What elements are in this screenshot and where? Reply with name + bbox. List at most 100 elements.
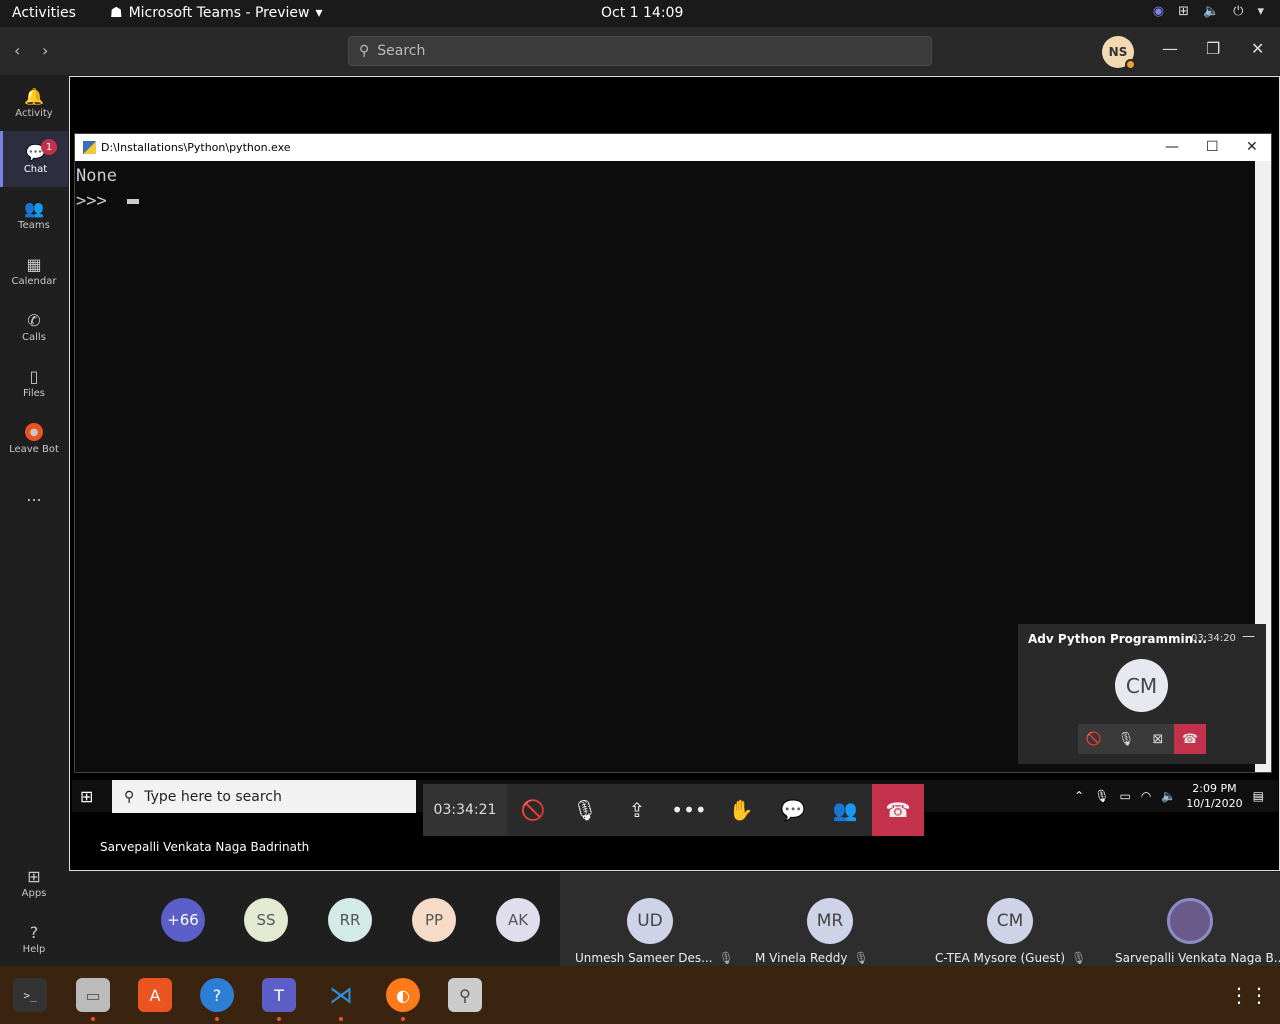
vscode-icon[interactable]: ⋊ bbox=[324, 978, 358, 1021]
phone-icon: ✆ bbox=[27, 310, 41, 330]
close-button[interactable]: ✕ bbox=[1251, 39, 1264, 58]
rail-leave-bot[interactable]: ● Leave Bot bbox=[0, 411, 68, 467]
participants-button[interactable]: 👥 bbox=[819, 784, 871, 836]
system-tray[interactable]: ◉ ⊞ 🔈 ⏻ ▾ bbox=[1153, 4, 1264, 19]
maximize-icon[interactable]: ☐ bbox=[1206, 139, 1219, 155]
activities-button[interactable]: Activities bbox=[12, 5, 76, 21]
profile-initials: NS bbox=[1108, 45, 1128, 59]
participant-tile[interactable]: MR M Vinela Reddy 🎙 bbox=[740, 872, 920, 966]
rail-chat[interactable]: 💬 Chat 1 bbox=[0, 131, 68, 187]
phone-hangup-icon[interactable]: ☎ bbox=[1174, 724, 1206, 754]
teams-dock-icon[interactable]: T bbox=[262, 978, 296, 1021]
chevron-down-icon: ▾ bbox=[315, 5, 323, 21]
more-actions-button[interactable]: ••• bbox=[663, 784, 715, 836]
participant-name: Sarvepalli Venkata Naga B... bbox=[1115, 951, 1280, 965]
raise-hand-button[interactable]: ✋ bbox=[715, 784, 767, 836]
rail-teams[interactable]: 👥 Teams bbox=[0, 187, 68, 243]
more-apps-button[interactable]: ... bbox=[0, 467, 68, 523]
windows-date: 10/1/2020 bbox=[1186, 797, 1243, 810]
camera-off-icon: 🚫 bbox=[520, 798, 546, 822]
calendar-icon: ▦ bbox=[26, 254, 42, 274]
rail-calendar[interactable]: ▦ Calendar bbox=[0, 243, 68, 299]
mic-off-icon: 🎙 bbox=[1071, 951, 1087, 965]
console-output[interactable]: None >>> bbox=[75, 161, 1271, 214]
mic-icon[interactable]: 🎙 bbox=[1110, 724, 1142, 754]
rail-files[interactable]: ▯ Files bbox=[0, 355, 68, 411]
participant-avatar[interactable]: SS bbox=[244, 898, 288, 942]
running-indicator bbox=[339, 1017, 343, 1021]
minimize-button[interactable]: — bbox=[1162, 39, 1178, 58]
participant-avatar[interactable]: AK bbox=[496, 898, 540, 942]
mini-meeting-window[interactable]: Adv Python Programmin... 03:34:20 — CM 🚫… bbox=[1018, 624, 1266, 764]
search-placeholder: Search bbox=[377, 43, 426, 59]
leave-bot-icon: ● bbox=[25, 423, 43, 441]
search-icon: ⚲ bbox=[359, 43, 370, 59]
clock[interactable]: Oct 1 14:09 bbox=[601, 5, 683, 21]
windows-start-icon: ⊞ bbox=[80, 787, 94, 806]
camera-off-button[interactable]: 🚫 bbox=[507, 784, 559, 836]
firefox-icon[interactable]: ◐ bbox=[386, 978, 420, 1021]
python-icon bbox=[83, 141, 96, 154]
presenter-name: Sarvepalli Venkata Naga Badrinath bbox=[100, 840, 310, 854]
hang-up-button[interactable]: ☎ bbox=[872, 784, 924, 836]
screenshot-icon[interactable]: ⚲ bbox=[448, 978, 482, 1012]
terminal-icon[interactable]: >_ bbox=[13, 978, 47, 1012]
software-center-icon[interactable]: A bbox=[138, 978, 172, 1012]
close-icon[interactable]: ✕ bbox=[1246, 139, 1258, 155]
overflow-participants[interactable]: +66 bbox=[161, 898, 205, 942]
participant-avatar[interactable]: PP bbox=[412, 898, 456, 942]
more-icon: ••• bbox=[671, 798, 707, 822]
participant-avatar[interactable]: RR bbox=[328, 898, 372, 942]
maximize-button[interactable]: ❐ bbox=[1206, 39, 1220, 58]
notification-icon: ▤ bbox=[1252, 789, 1264, 803]
mini-controls: 🚫 🎙 ⊠ ☎ bbox=[1078, 724, 1206, 754]
mic-off-icon: 🎙 bbox=[853, 951, 869, 965]
running-indicator bbox=[401, 1017, 405, 1021]
rail-label: Chat bbox=[23, 164, 48, 175]
gnome-top-bar: Activities ☗ Microsoft Teams - Preview ▾… bbox=[0, 0, 1280, 27]
bell-icon: 🔔 bbox=[24, 86, 44, 106]
chevron-up-icon: ⌃ bbox=[1074, 789, 1085, 803]
mini-meeting-timer: 03:34:20 bbox=[1191, 633, 1236, 644]
share-button[interactable]: ⇪ bbox=[611, 784, 663, 836]
teams-app-icon: ☗ bbox=[110, 5, 123, 21]
meeting-timer: 03:34:21 bbox=[423, 784, 507, 836]
show-apps-icon[interactable]: ⋮⋮ bbox=[1229, 978, 1269, 1012]
files-icon[interactable]: ▭ bbox=[76, 978, 110, 1021]
rail-calls[interactable]: ✆ Calls bbox=[0, 299, 68, 355]
camera-off-icon[interactable]: 🚫 bbox=[1078, 724, 1110, 754]
mini-meeting-title: Adv Python Programmin... bbox=[1028, 632, 1207, 646]
rail-apps[interactable]: ⊞ Apps bbox=[0, 855, 68, 911]
network-icon: ⊞ bbox=[1178, 4, 1189, 19]
console-title-bar[interactable]: D:\Installations\Python\python.exe — ☐ ✕ bbox=[75, 134, 1271, 161]
windows-clock: 2:09 PM 10/1/2020 bbox=[1186, 781, 1242, 811]
search-input[interactable]: ⚲ Search bbox=[348, 36, 932, 66]
profile-avatar[interactable]: NS bbox=[1102, 36, 1136, 70]
search-icon: ⚲ bbox=[124, 788, 135, 805]
app-rail: 🔔 Activity 💬 Chat 1 👥 Teams ▦ Calendar ✆… bbox=[0, 75, 68, 966]
rail-activity[interactable]: 🔔 Activity bbox=[0, 75, 68, 131]
forward-arrow-icon[interactable]: › bbox=[42, 41, 48, 60]
mute-button[interactable]: 🎙 bbox=[559, 784, 611, 836]
stop-share-icon[interactable]: ⊠ bbox=[1142, 724, 1174, 754]
participant-tile[interactable]: CM C-TEA Mysore (Guest) 🎙 bbox=[920, 872, 1100, 966]
chat-button[interactable]: 💬 bbox=[767, 784, 819, 836]
participant-tile[interactable]: UD Unmesh Sameer Des... 🎙 bbox=[560, 872, 740, 966]
running-indicator bbox=[91, 1017, 95, 1021]
console-title: D:\Installations\Python\python.exe bbox=[101, 141, 291, 154]
unread-badge: 1 bbox=[41, 139, 57, 155]
help-icon: ? bbox=[29, 922, 39, 942]
app-menu[interactable]: ☗ Microsoft Teams - Preview ▾ bbox=[110, 5, 323, 21]
back-arrow-icon[interactable]: ‹ bbox=[14, 41, 20, 60]
help-icon[interactable]: ? bbox=[200, 978, 234, 1021]
teams-tray-icon[interactable]: ◉ bbox=[1153, 4, 1164, 19]
minimize-icon[interactable]: — bbox=[1242, 629, 1255, 644]
rail-help[interactable]: ? Help bbox=[0, 911, 68, 967]
status-away-icon bbox=[1125, 59, 1136, 70]
power-icon: ⏻ bbox=[1233, 4, 1244, 19]
minimize-icon[interactable]: — bbox=[1165, 139, 1179, 155]
ubuntu-dock: >_ ▭ A ? T ⋊ ◐ ⚲ ⋮⋮ bbox=[0, 966, 1280, 1024]
chevron-down-icon: ▾ bbox=[1257, 4, 1264, 19]
chat-icon: 💬 bbox=[780, 798, 806, 822]
participant-tile-self[interactable]: Sarvepalli Venkata Naga B... bbox=[1100, 872, 1280, 966]
